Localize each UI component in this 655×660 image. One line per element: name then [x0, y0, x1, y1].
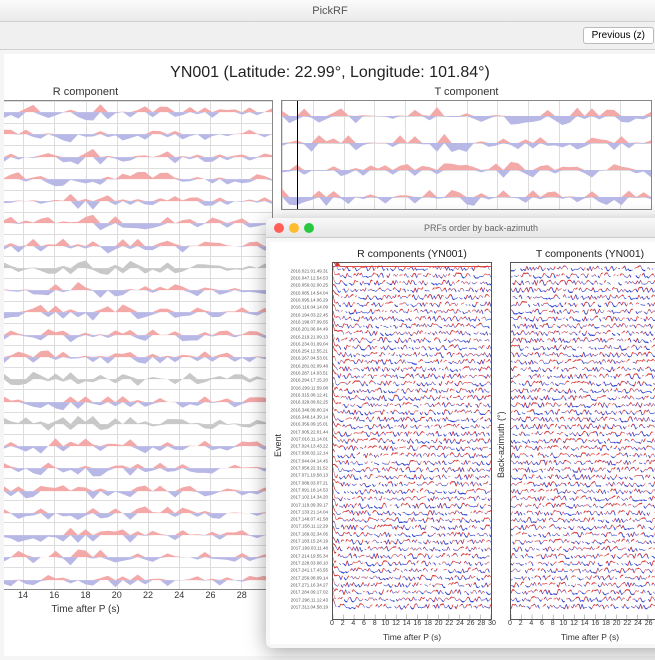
- front-title-text: PRFs order by back-azimuth: [424, 223, 538, 233]
- front-r-xlabel: Time after P (s): [332, 632, 492, 642]
- baz-ylabel: Back-azimuth (°): [494, 248, 508, 642]
- main-toolbar: Previous (z): [0, 22, 655, 50]
- station-title: YN001 (Latitude: 22.99°, Longitude: 101.…: [4, 54, 655, 86]
- minimize-icon[interactable]: [289, 223, 299, 233]
- t-component-title: T component: [281, 86, 652, 98]
- zoom-icon[interactable]: [304, 223, 314, 233]
- previous-button[interactable]: Previous (z): [583, 27, 654, 44]
- front-titlebar[interactable]: PRFs order by back-azimuth: [266, 218, 655, 238]
- main-titlebar[interactable]: PickRF: [0, 0, 655, 22]
- close-icon[interactable]: [274, 223, 284, 233]
- r-component-plot[interactable]: [4, 100, 273, 590]
- front-plot-area[interactable]: Event 2016.021.01.49.312016.047.12.54.53…: [270, 242, 655, 644]
- window-controls: [274, 223, 314, 233]
- front-t-plot[interactable]: 3603403203002802602402202001801601401201…: [510, 262, 655, 620]
- front-t-title: T components (YN001): [510, 248, 655, 260]
- main-title-text: PickRF: [312, 5, 347, 17]
- r-component-title: R component: [4, 86, 273, 98]
- t-component-plot[interactable]: 40393837 119.17119.11119.03: [281, 100, 652, 210]
- front-window: PRFs order by back-azimuth Event 2016.02…: [266, 218, 655, 648]
- front-r-title: R components (YN001): [332, 248, 492, 260]
- front-t-xlabel: Time after P (s): [510, 632, 655, 642]
- event-ylabel: Event: [272, 248, 284, 642]
- front-r-plot[interactable]: Sum: [332, 262, 492, 620]
- r-xlabel: Time after P (s): [4, 604, 273, 615]
